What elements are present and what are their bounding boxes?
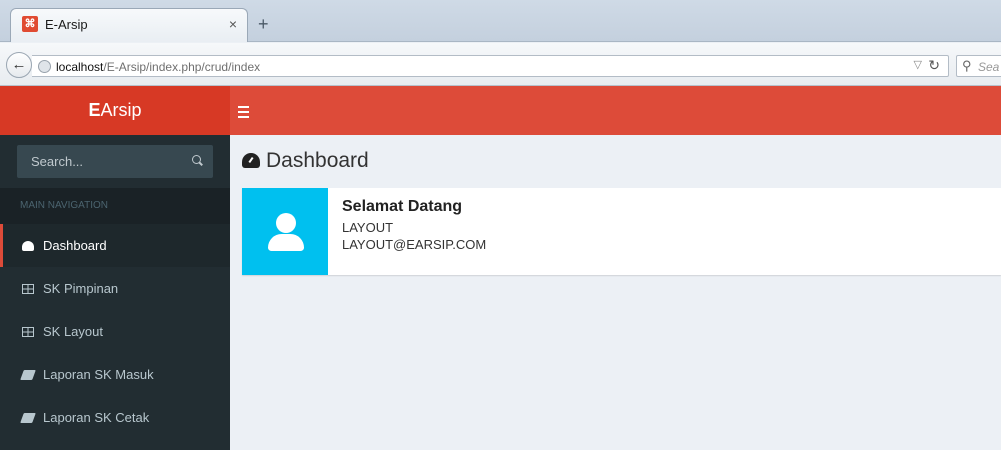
- dashboard-icon: [242, 153, 260, 168]
- app-favicon-icon: ⌘: [22, 16, 38, 32]
- tab-title: E-Arsip: [45, 17, 88, 32]
- sidebar-item-label: Dashboard: [43, 238, 107, 253]
- history-dropdown-icon[interactable]: ▽: [914, 58, 922, 71]
- sidebar-item-label: SK Pimpinan: [43, 281, 119, 296]
- sidebar-search-input[interactable]: Search...: [17, 145, 213, 178]
- sidebar-search-placeholder: Search...: [31, 154, 84, 169]
- browser-tabstrip: ⌘ E-Arsip × +: [0, 0, 1001, 42]
- dashboard-icon: [22, 241, 34, 251]
- sidebar: Search... MAIN NAVIGATION Dashboard SK P…: [0, 135, 230, 450]
- book-icon: [20, 370, 36, 380]
- new-tab-button[interactable]: +: [258, 14, 269, 35]
- browser-search-placeholder: Sea: [978, 60, 1000, 74]
- reload-icon[interactable]: ↻: [928, 57, 940, 74]
- nav-header: MAIN NAVIGATION: [0, 188, 230, 224]
- sidebar-item-sk-layout[interactable]: SK Layout: [0, 310, 230, 353]
- page-title: Dashboard: [242, 149, 369, 173]
- table-icon: [22, 284, 34, 294]
- globe-icon: [38, 60, 51, 73]
- sidebar-item-label: SK Layout: [43, 324, 103, 339]
- back-button[interactable]: ←: [6, 52, 32, 78]
- table-icon: [22, 327, 34, 337]
- user-email: LAYOUT@EARSIP.COM: [342, 237, 487, 252]
- search-icon[interactable]: [192, 155, 204, 167]
- address-bar[interactable]: localhost/E-Arsip/index.php/crud/index ▽…: [32, 55, 949, 77]
- browser-navbar: ← localhost/E-Arsip/index.php/crud/index…: [0, 43, 1001, 86]
- user-icon: [242, 188, 328, 275]
- sidebar-item-label: Laporan SK Masuk: [43, 367, 154, 382]
- top-header-bar: [230, 86, 1001, 135]
- user-name: LAYOUT: [342, 220, 394, 235]
- sidebar-item-laporan-sk-masuk[interactable]: Laporan SK Masuk: [0, 353, 230, 396]
- sidebar-item-laporan-sk-cetak[interactable]: Laporan SK Cetak: [0, 396, 230, 439]
- sidebar-item-label: Laporan SK Cetak: [43, 410, 150, 425]
- welcome-title: Selamat Datang: [342, 198, 463, 215]
- sidebar-item-dashboard[interactable]: Dashboard: [0, 224, 230, 267]
- app-logo[interactable]: EArsip: [0, 86, 230, 135]
- sidebar-toggle-icon[interactable]: [238, 100, 252, 120]
- welcome-info-box: Selamat Datang LAYOUT LAYOUT@EARSIP.COM: [242, 188, 1001, 275]
- close-tab-icon[interactable]: ×: [229, 16, 237, 32]
- search-icon: ⚲: [962, 58, 972, 73]
- sidebar-item-sk-pimpinan[interactable]: SK Pimpinan: [0, 267, 230, 310]
- book-icon: [20, 413, 36, 423]
- browser-tab[interactable]: ⌘ E-Arsip ×: [10, 8, 248, 42]
- url-text: localhost/E-Arsip/index.php/crud/index: [56, 60, 261, 74]
- browser-search-input[interactable]: ⚲ Sea: [956, 55, 1001, 77]
